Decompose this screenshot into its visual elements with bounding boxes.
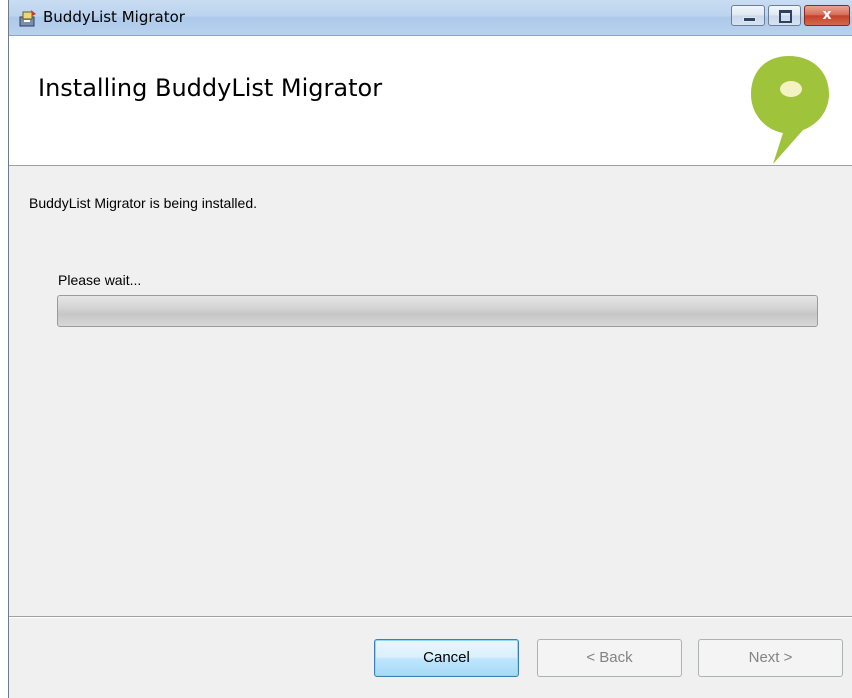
maximize-icon: [779, 10, 792, 23]
install-progress-bar: [57, 295, 818, 327]
footer-divider: [9, 616, 852, 618]
window-title: BuddyList Migrator: [43, 8, 185, 26]
speech-bubble-logo-icon: [751, 56, 829, 164]
close-button[interactable]: x: [804, 5, 850, 26]
minimize-button[interactable]: [731, 5, 765, 26]
close-icon: x: [822, 7, 832, 23]
cancel-button[interactable]: Cancel: [374, 639, 519, 677]
page-title: Installing BuddyList Migrator: [38, 74, 383, 102]
please-wait-label: Please wait...: [58, 272, 142, 288]
installer-window: BuddyList Migrator x Installing BuddyLis…: [8, 0, 852, 698]
header-banner: Installing BuddyList Migrator: [9, 36, 852, 166]
maximize-button[interactable]: [768, 5, 801, 26]
minimize-icon: [743, 17, 756, 22]
back-button[interactable]: < Back: [537, 639, 682, 677]
installer-app-icon: [19, 10, 36, 27]
title-bar[interactable]: BuddyList Migrator x: [9, 0, 852, 36]
next-button[interactable]: Next >: [698, 639, 843, 677]
install-status-text: BuddyList Migrator is being installed.: [29, 195, 258, 211]
